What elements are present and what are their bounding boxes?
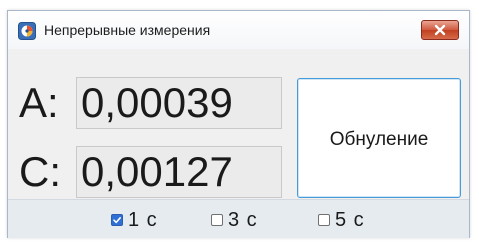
interval-label-1s: 1 с (128, 208, 158, 231)
measurement-label-a: A: (19, 79, 59, 126)
interval-option-3s[interactable]: 3 с (211, 209, 258, 231)
measurement-panel: A: 0,00039 C: 0,00127 Обнуление (8, 49, 469, 199)
checkbox-3s[interactable] (211, 214, 223, 226)
close-icon (434, 24, 446, 36)
app-logo-icon (18, 22, 36, 40)
interval-option-5s[interactable]: 5 с (318, 209, 365, 231)
measurement-label-c: C: (19, 148, 61, 195)
measurements-window: Непрерывные измерения A: 0,00039 C: 0,00… (7, 10, 470, 238)
window-title: Непрерывные измерения (44, 22, 211, 38)
reset-button[interactable]: Обнуление (297, 78, 461, 198)
close-button[interactable] (421, 20, 459, 40)
checkmark-icon (113, 217, 121, 224)
measurement-value-c: 0,00127 (76, 146, 282, 198)
interval-bar: 1 с 3 с 5 с (8, 199, 469, 238)
interval-label-3s: 3 с (228, 208, 258, 231)
title-bar[interactable]: Непрерывные измерения (8, 11, 469, 49)
measurement-value-a: 0,00039 (76, 77, 282, 129)
interval-label-5s: 5 с (335, 208, 365, 231)
checkbox-1s[interactable] (111, 214, 123, 226)
interval-option-1s[interactable]: 1 с (111, 209, 158, 231)
checkbox-5s[interactable] (318, 214, 330, 226)
